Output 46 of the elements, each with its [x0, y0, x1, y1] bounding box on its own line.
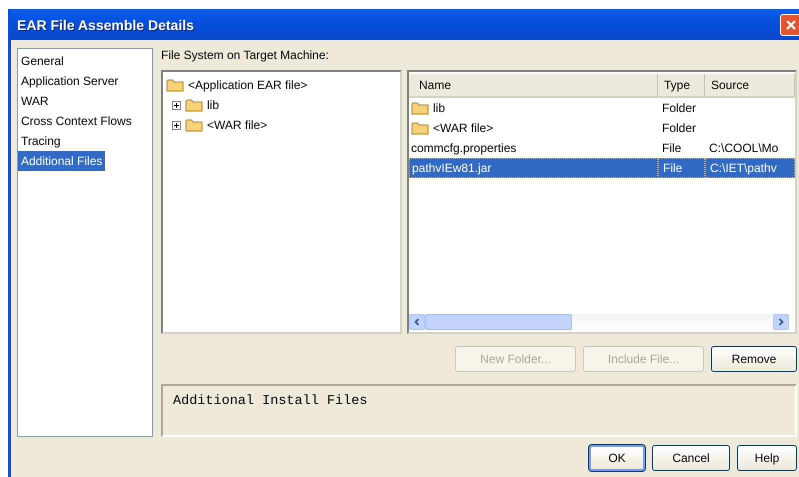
close-icon[interactable] [785, 19, 797, 31]
window-title: EAR File Assemble Details [17, 16, 194, 32]
file-name: lib [433, 101, 446, 115]
dialog-button[interactable]: Cancel [652, 445, 730, 471]
table-cell[interactable]: commcfg.properties [409, 138, 658, 158]
sidebar-item[interactable]: Tracing [18, 131, 64, 151]
sidebar-item[interactable]: WAR [18, 91, 52, 111]
description-text: Additional Install Files [173, 394, 368, 409]
horizontal-scrollbar[interactable] [409, 314, 789, 331]
table-cell[interactable]: pathvIEw81.jar [409, 158, 658, 178]
column-header[interactable]: Type [658, 74, 705, 96]
table-cell-text: Folder [661, 100, 698, 117]
column-header[interactable]: Name [409, 74, 658, 96]
sidebar-item[interactable]: Additional Files [18, 151, 106, 171]
scroll-right-icon[interactable] [773, 314, 789, 330]
tree-item[interactable]: <Application EAR file> [188, 78, 308, 92]
table-cell[interactable]: <WAR file> [409, 118, 658, 138]
file-name: <WAR file> [433, 121, 494, 135]
dialog-button[interactable]: Help [737, 445, 797, 471]
folder-icon [166, 78, 184, 92]
table-cell-text: File [661, 140, 682, 157]
table-cell-text: C:\COOL\Mo [708, 140, 780, 157]
file-name: pathvIEw81.jar [412, 161, 492, 175]
folder-icon [185, 98, 203, 112]
scroll-left-icon[interactable] [409, 314, 425, 330]
dialog-button[interactable]: OK [589, 445, 645, 471]
sidebar-item[interactable]: Application Server [18, 71, 122, 91]
close-button[interactable] [780, 14, 799, 36]
expand-icon[interactable] [172, 100, 181, 110]
folder-icon [185, 118, 203, 132]
folder-icon [411, 101, 429, 115]
scroll-thumb[interactable] [425, 314, 572, 330]
folder-icon [411, 121, 429, 135]
sidebar-item[interactable]: General [18, 51, 67, 71]
file-name: commcfg.properties [411, 141, 516, 155]
sidebar-item[interactable]: Cross Context Flows [18, 111, 135, 131]
table-cell[interactable]: lib [409, 98, 658, 118]
tree-item[interactable]: lib [207, 98, 220, 112]
table-cell: C:\IET\pathv [705, 158, 795, 178]
action-button[interactable]: Remove [711, 346, 797, 372]
tree-item[interactable]: <WAR file> [207, 118, 268, 132]
table-cell-text: Folder [661, 120, 698, 137]
column-header[interactable]: Source [705, 74, 795, 96]
section-label: File System on Target Machine: [161, 48, 330, 64]
expand-icon[interactable] [172, 120, 181, 130]
table-cell: File [658, 158, 705, 178]
